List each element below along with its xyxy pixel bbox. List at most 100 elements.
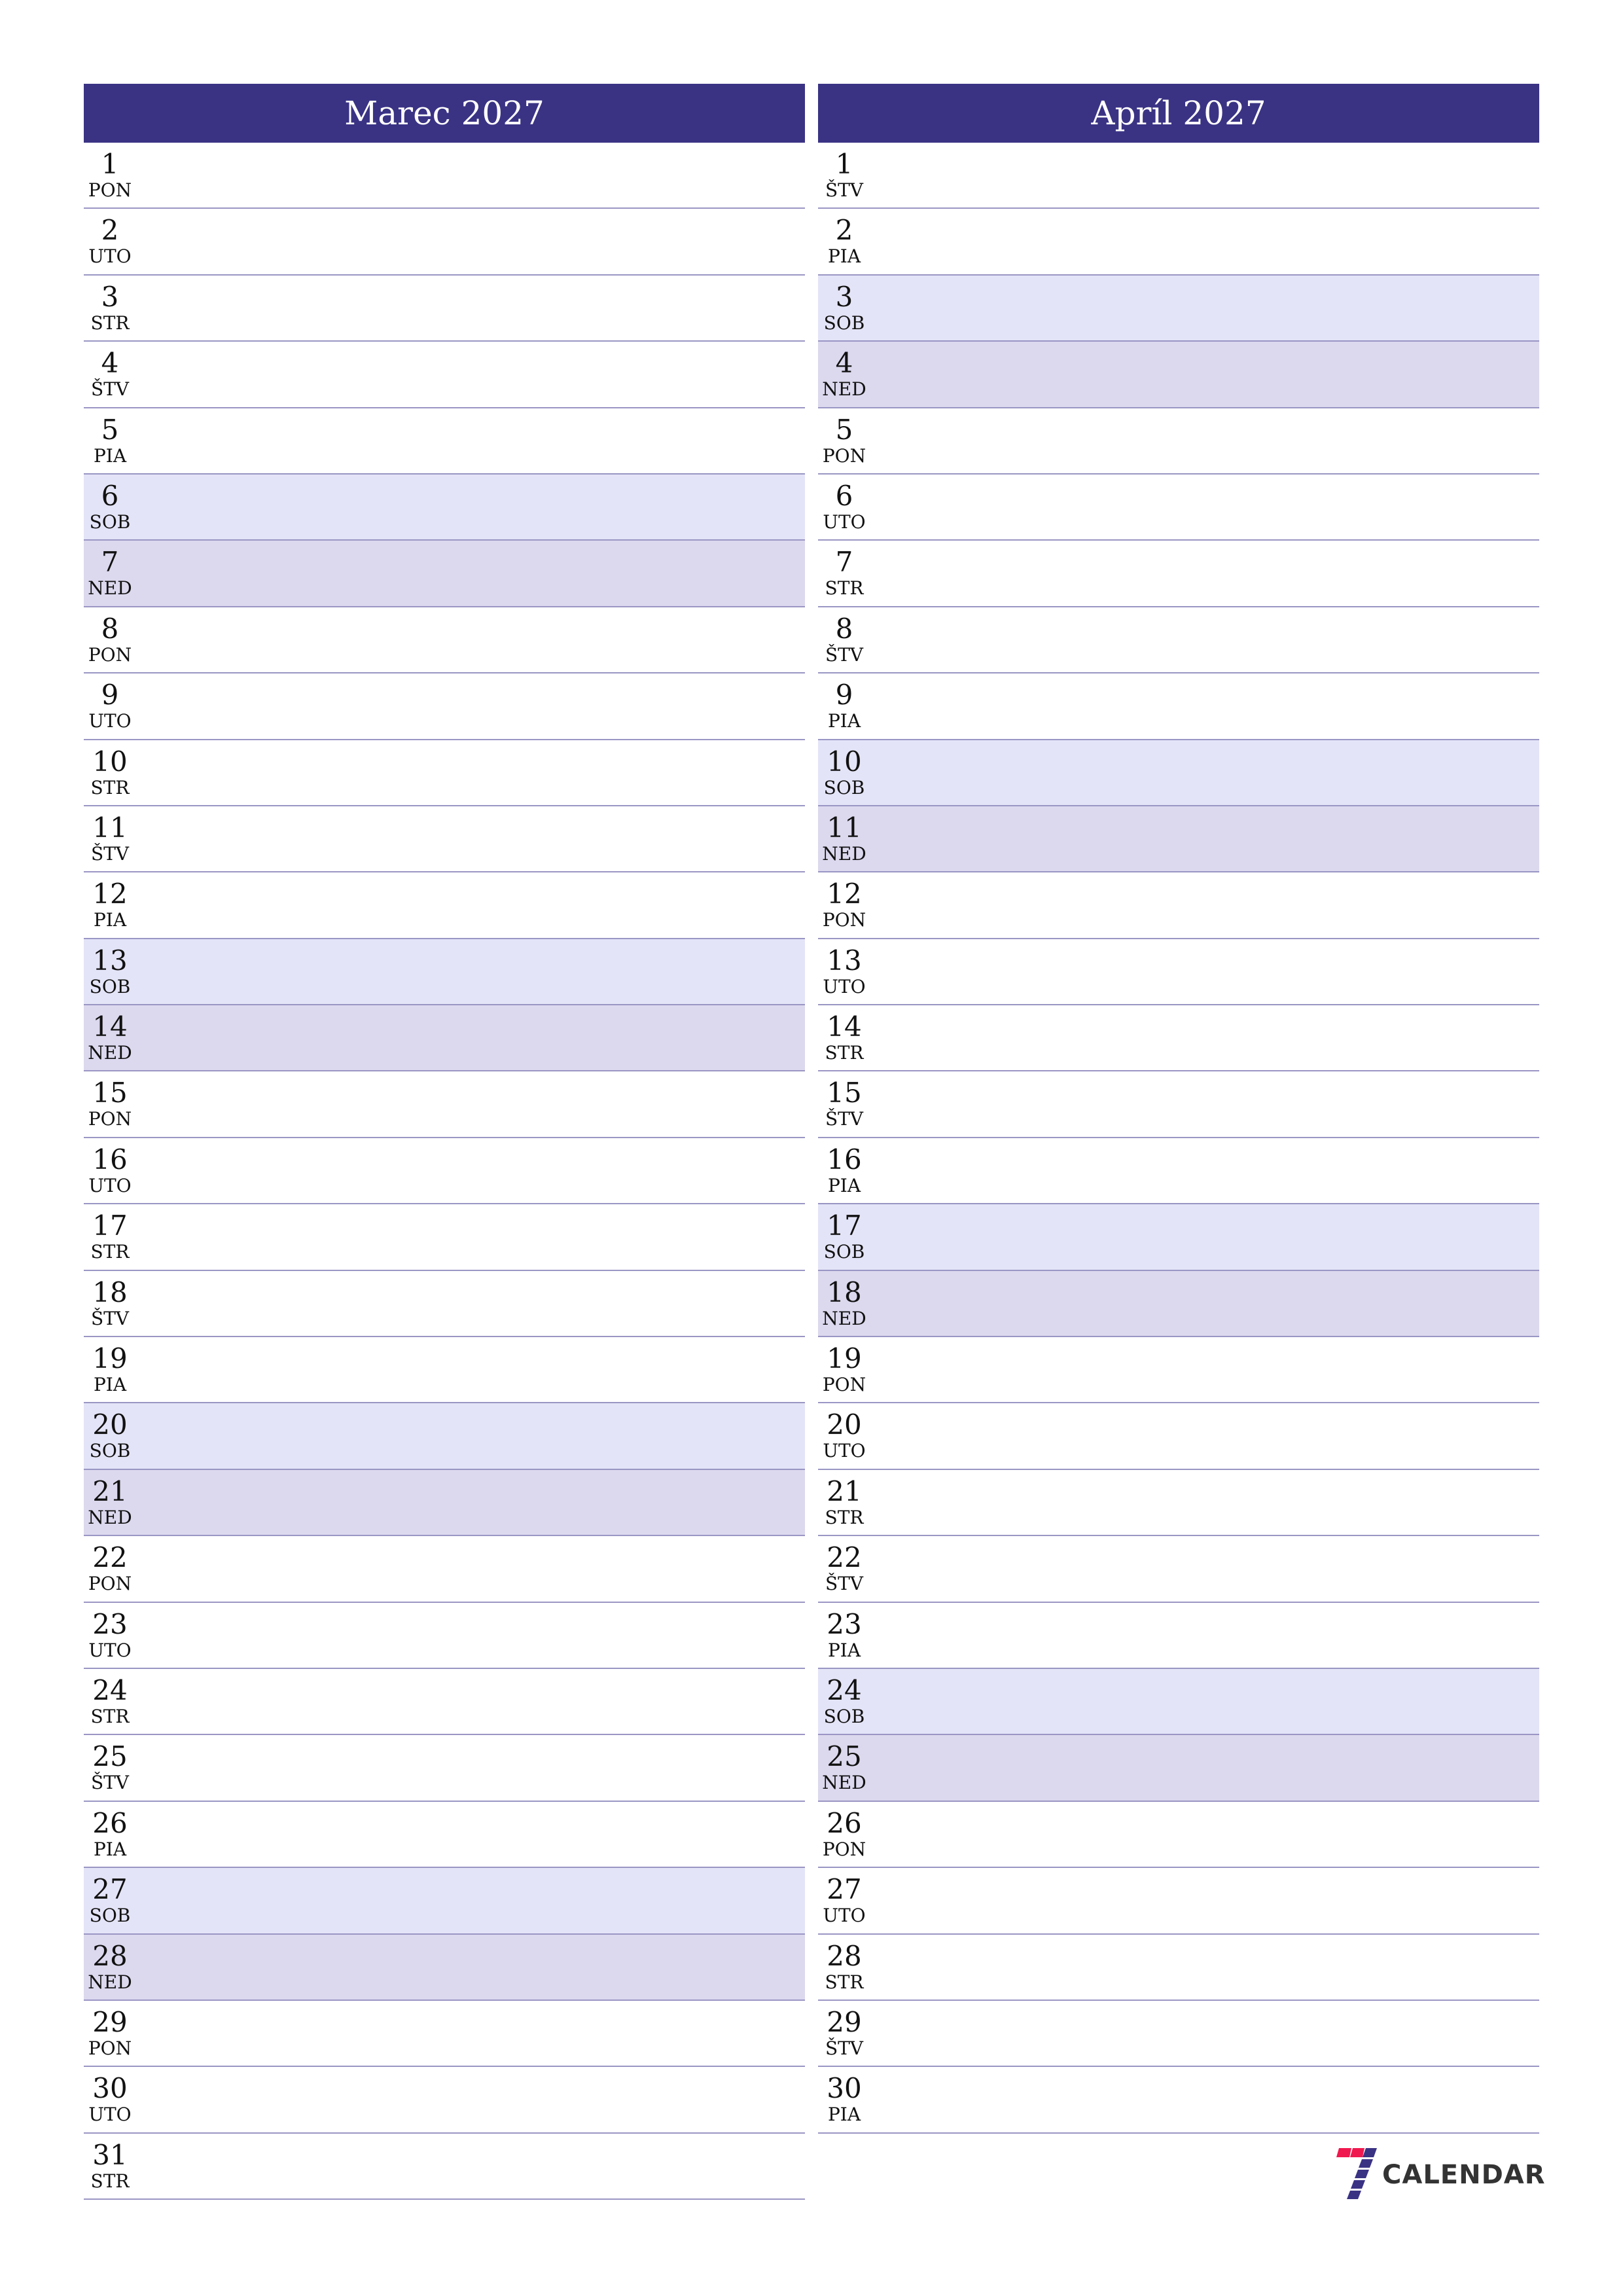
day-row[interactable]: 6 UTO [818,474,1539,541]
day-row[interactable]: 14 NED [84,1005,805,1072]
day-row[interactable]: 18 NED [818,1270,1539,1338]
day-row[interactable]: 29 ŠTV [818,2000,1539,2068]
day-number: 6 [101,479,119,512]
day-number: 14 [92,1011,128,1043]
day-row[interactable]: 22 ŠTV [818,1536,1539,1603]
day-row[interactable]: 2 PIA [818,209,1539,276]
day-row[interactable]: 8 PON [84,607,805,674]
day-row[interactable]: 26 PIA [84,1801,805,1869]
day-row[interactable]: 11 NED [818,806,1539,873]
day-row[interactable]: 1 ŠTV [818,143,1539,209]
day-row[interactable]: 4 ŠTV [84,342,805,408]
day-number: 19 [827,1342,862,1375]
day-row[interactable]: 12 PON [818,872,1539,939]
day-number: 2 [101,214,119,247]
day-row[interactable]: 16 PIA [818,1138,1539,1205]
weekday-name: SOB [823,776,865,798]
weekday-name: ŠTV [825,643,864,666]
day-row[interactable]: 23 UTO [84,1602,805,1669]
weekday-name: UTO [823,975,866,997]
day-row[interactable]: 21 STR [818,1469,1539,1537]
day-row[interactable]: 26 PON [818,1801,1539,1869]
day-row[interactable]: 24 SOB [818,1668,1539,1736]
weekday-name: UTO [88,2104,132,2126]
weekday-name: ŠTV [825,1108,864,1130]
day-number: 9 [101,679,119,711]
day-row[interactable]: 6 SOB [84,474,805,541]
weekday-name: SOB [89,511,131,533]
day-row[interactable]: 13 SOB [84,939,805,1006]
month-header: Marec 2027 [84,84,805,143]
day-number: 27 [92,1873,128,1906]
day-row[interactable]: 7 NED [84,541,805,607]
logo-blue-stripe [1363,2148,1377,2157]
weekday-name: UTO [88,1174,132,1196]
day-row[interactable]: 11 ŠTV [84,806,805,873]
day-row[interactable]: 9 PIA [818,673,1539,740]
day-number: 15 [92,1077,128,1109]
day-row[interactable]: 30 UTO [84,2067,805,2134]
day-row[interactable]: 5 PIA [84,408,805,475]
day-row[interactable]: 13 UTO [818,939,1539,1006]
day-row[interactable]: 9 UTO [84,673,805,740]
day-row[interactable]: 7 STR [818,541,1539,607]
weekday-name: STR [825,1506,864,1528]
day-number: 3 [835,280,853,313]
day-row[interactable]: 17 SOB [818,1204,1539,1271]
day-row[interactable]: 17 STR [84,1204,805,1271]
day-row[interactable]: 15 ŠTV [818,1071,1539,1138]
weekday-name: PIA [827,1639,861,1661]
day-number: 25 [92,1740,128,1773]
weekday-name: PON [822,909,866,931]
day-row[interactable]: 20 SOB [84,1403,805,1470]
day-row[interactable]: 8 ŠTV [818,607,1539,674]
day-row[interactable]: 14 STR [818,1005,1539,1072]
day-number: 30 [827,2072,862,2105]
day-number: 11 [92,811,128,844]
day-row[interactable]: 22 PON [84,1536,805,1603]
day-number: 16 [92,1143,128,1175]
weekday-name: ŠTV [825,1573,864,1595]
day-row[interactable]: 21 NED [84,1469,805,1537]
day-list: 1 ŠTV 2 PIA 3 SOB 4 NED 5 PON 6 UTO 7 STR 8 ŠTV 9 PIA 10 SO… [818,143,1539,2134]
day-row[interactable]: 5 PON [818,408,1539,475]
day-row[interactable]: 28 STR [818,1934,1539,2001]
day-row[interactable]: 4 NED [818,342,1539,408]
day-row[interactable]: 27 SOB [84,1868,805,1935]
day-row[interactable]: 24 STR [84,1668,805,1736]
day-row[interactable]: 18 ŠTV [84,1270,805,1338]
weekday-name: SOB [89,1440,131,1462]
day-number: 18 [92,1276,128,1308]
weekday-name: PON [88,179,132,201]
day-row[interactable]: 25 NED [818,1735,1539,1802]
day-row[interactable]: 1 PON [84,143,805,209]
day-row[interactable]: 3 STR [84,275,805,342]
day-row[interactable]: 16 UTO [84,1138,805,1205]
day-number: 2 [835,214,853,247]
day-row[interactable]: 19 PON [818,1337,1539,1404]
day-row[interactable]: 15 PON [84,1071,805,1138]
day-number: 27 [827,1873,862,1906]
day-row[interactable]: 3 SOB [818,275,1539,342]
day-row[interactable]: 29 PON [84,2000,805,2068]
day-row[interactable]: 19 PIA [84,1337,805,1404]
brand-logo: CALENDAR [1335,2145,1546,2211]
weekday-name: PON [822,1838,866,1860]
day-row[interactable]: 10 SOB [818,740,1539,806]
month-april: Apríl 2027 1 ŠTV 2 PIA 3 SOB 4 NED 5 PON 6 UTO 7 STR 8… [818,84,1539,2134]
day-row[interactable]: 2 UTO [84,209,805,276]
logo-text: CALENDAR [1382,2160,1546,2190]
day-row[interactable]: 27 UTO [818,1868,1539,1935]
day-row[interactable]: 31 STR [84,2133,805,2200]
weekday-name: PON [88,1108,132,1130]
day-row[interactable]: 28 NED [84,1934,805,2001]
day-row[interactable]: 10 STR [84,740,805,806]
day-row[interactable]: 25 ŠTV [84,1735,805,1802]
day-row[interactable]: 12 PIA [84,872,805,939]
day-row[interactable]: 20 UTO [818,1403,1539,1470]
day-row[interactable]: 30 PIA [818,2067,1539,2134]
weekday-name: PIA [827,710,861,732]
weekday-name: ŠTV [825,2037,864,2059]
day-row[interactable]: 23 PIA [818,1602,1539,1669]
day-number: 8 [835,612,853,645]
